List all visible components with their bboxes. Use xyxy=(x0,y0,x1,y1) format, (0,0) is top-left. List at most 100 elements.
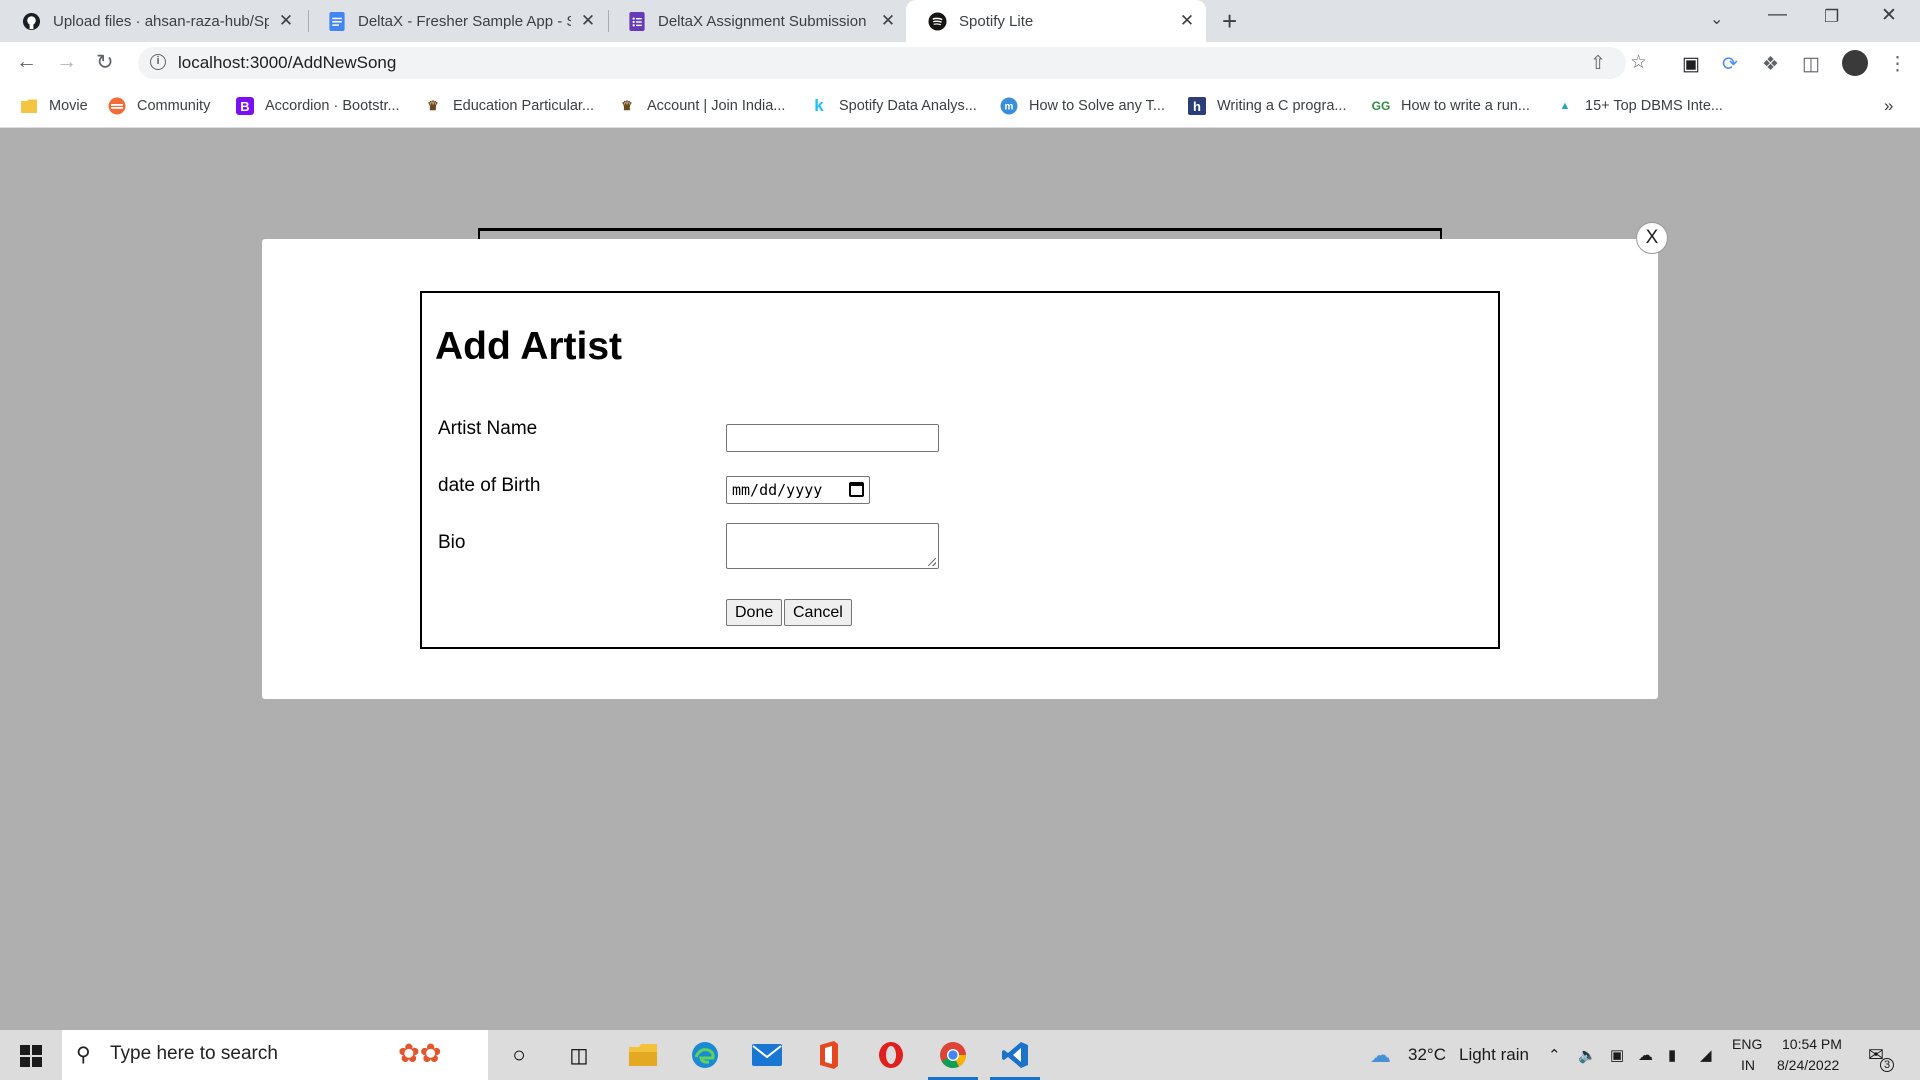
close-icon[interactable]: ✕ xyxy=(1178,11,1196,31)
mail-icon[interactable] xyxy=(750,1038,784,1072)
opera-icon[interactable] xyxy=(874,1038,908,1072)
tab-title: Spotify Lite xyxy=(959,12,1034,30)
bookmark-label: Education Particular... xyxy=(453,98,595,114)
window-close-icon[interactable]: ✕ xyxy=(1881,4,1897,27)
bookmark-item[interactable]: k Spotify Data Analys... xyxy=(810,84,977,128)
bookmark-label: How to Solve any T... xyxy=(1029,98,1165,114)
language-bottom[interactable]: IN xyxy=(1741,1057,1755,1073)
cancel-button[interactable]: Cancel xyxy=(784,599,852,626)
bookmark-item[interactable]: h Writing a C progra... xyxy=(1188,84,1346,128)
weather-icon[interactable]: ☁ xyxy=(1370,1030,1391,1080)
address-bar[interactable]: i localhost:3000/AddNewSong ⇧ ☆ xyxy=(138,47,1647,79)
notification-count-badge: 3 xyxy=(1880,1058,1894,1072)
kaggle-icon: k xyxy=(814,96,824,115)
bio-textarea[interactable] xyxy=(726,523,939,569)
weather-text[interactable]: Light rain xyxy=(1459,1030,1529,1080)
battery-icon[interactable]: ▮ xyxy=(1668,1030,1676,1080)
done-button[interactable]: Done xyxy=(726,599,783,626)
form-title: Add Artist xyxy=(435,325,623,368)
tab-google-docs[interactable]: DeltaX - Fresher Sample App - Sp ✕ xyxy=(305,0,607,42)
vscode-icon[interactable] xyxy=(990,1038,1040,1080)
bookmarks-overflow-icon[interactable]: » xyxy=(1884,84,1893,128)
volume-icon[interactable]: 🔈 xyxy=(1578,1030,1597,1080)
onedrive-icon[interactable]: ☁ xyxy=(1638,1030,1653,1080)
medium-icon: m xyxy=(1000,97,1018,115)
tab-github[interactable]: Upload files · ahsan-raza-hub/Sp ✕ xyxy=(0,0,305,42)
bookmark-star-icon[interactable]: ☆ xyxy=(1630,51,1647,74)
artist-name-input[interactable] xyxy=(726,424,939,452)
weather-temp[interactable]: 32°C xyxy=(1408,1030,1446,1080)
google-forms-icon xyxy=(627,11,646,31)
chrome-icon[interactable] xyxy=(928,1038,978,1080)
bookmark-item[interactable]: ♛ Account | Join India... xyxy=(618,84,785,128)
show-hidden-icons-icon[interactable]: ⌃ xyxy=(1548,1030,1561,1080)
calendar-icon[interactable] xyxy=(849,482,864,497)
extensions-puzzle-icon[interactable]: ❖ xyxy=(1762,53,1779,76)
community-icon xyxy=(108,97,126,115)
bookmark-label: Spotify Data Analys... xyxy=(839,98,977,114)
page-backdrop: X Add Artist Artist Name date of Birth m… xyxy=(0,129,1920,1030)
windows-taskbar: ⚲ Type here to search ✿✿ ○ ◫ ☁ 32°C Ligh… xyxy=(0,1030,1920,1080)
tab-search-icon[interactable]: ⌄ xyxy=(1710,9,1723,29)
edge-icon[interactable] xyxy=(688,1038,722,1072)
side-panel-icon[interactable]: ◫ xyxy=(1802,53,1820,76)
artist-name-label: Artist Name xyxy=(438,418,538,439)
close-icon[interactable]: ✕ xyxy=(879,11,897,31)
bookmark-item[interactable]: B Accordion · Bootstr... xyxy=(236,84,400,128)
taskbar-search-box[interactable]: ⚲ Type here to search ✿✿ xyxy=(62,1030,488,1080)
restore-icon[interactable]: ❐ xyxy=(1824,7,1839,27)
notifications-icon[interactable]: ✉ xyxy=(1868,1030,1884,1080)
bookmark-item[interactable]: Movie xyxy=(20,84,88,128)
bookmark-item[interactable]: ♛ Education Particular... xyxy=(424,84,594,128)
share-icon[interactable]: ⇧ xyxy=(1590,52,1606,75)
bookmark-item[interactable]: m How to Solve any T... xyxy=(1000,84,1165,128)
close-icon[interactable]: ✕ xyxy=(277,11,295,31)
bio-label: Bio xyxy=(438,532,466,553)
tab-google-forms[interactable]: DeltaX Assignment Submission - ✕ xyxy=(605,0,907,42)
tab-spotify-lite[interactable]: Spotify Lite ✕ xyxy=(906,0,1206,42)
back-icon[interactable]: ← xyxy=(16,50,37,74)
bookmark-item[interactable]: GG How to write a run... xyxy=(1372,84,1530,128)
url-text[interactable]: localhost:3000/AddNewSong xyxy=(178,53,396,73)
bookmark-item[interactable]: Community xyxy=(108,84,210,128)
search-highlight-art-icon[interactable]: ✿✿ xyxy=(398,1038,442,1069)
github-icon xyxy=(22,12,41,31)
bootstrap-icon: B xyxy=(236,97,254,115)
spotify-icon xyxy=(928,11,947,31)
modal-close-button[interactable]: X xyxy=(1636,222,1668,254)
date-of-birth-input[interactable]: mm/dd/yyyy xyxy=(726,476,870,504)
tab-strip: Upload files · ahsan-raza-hub/Sp ✕ Delta… xyxy=(0,0,1920,42)
file-explorer-icon[interactable] xyxy=(626,1038,660,1072)
close-icon[interactable]: ✕ xyxy=(579,11,597,31)
emblem-icon: ♛ xyxy=(427,98,439,113)
menu-kebab-icon[interactable]: ⋮ xyxy=(1888,53,1907,76)
wifi-icon[interactable]: ◢ xyxy=(1700,1030,1712,1080)
add-artist-form: Add Artist Artist Name date of Birth mm/… xyxy=(420,291,1500,649)
extension-tab-icon[interactable]: ▣ xyxy=(1682,53,1700,76)
bookmark-item[interactable]: ▲ 15+ Top DBMS Inte... xyxy=(1556,84,1723,128)
cortana-icon[interactable]: ○ xyxy=(502,1038,536,1072)
tab-title: DeltaX - Fresher Sample App - Sp xyxy=(358,12,571,30)
new-tab-button[interactable]: + xyxy=(1222,6,1237,37)
clock-date[interactable]: 8/24/2022 xyxy=(1777,1057,1839,1073)
bookmark-label: Account | Join India... xyxy=(647,98,786,114)
site-info-icon[interactable]: i xyxy=(150,54,166,70)
date-of-birth-label: date of Birth xyxy=(438,475,541,496)
folder-icon xyxy=(20,97,38,115)
language-top[interactable]: ENG xyxy=(1732,1036,1762,1052)
search-placeholder: Type here to search xyxy=(110,1043,278,1064)
profile-avatar[interactable] xyxy=(1842,50,1868,76)
windows-start-icon[interactable] xyxy=(20,1045,42,1067)
reload-icon[interactable]: ↻ xyxy=(96,50,114,75)
google-docs-icon xyxy=(327,11,346,31)
clock-time[interactable]: 10:54 PM xyxy=(1782,1036,1842,1052)
task-view-icon[interactable]: ◫ xyxy=(562,1038,596,1072)
resize-handle-icon[interactable] xyxy=(928,558,936,566)
browser-toolbar: ← → ↻ i localhost:3000/AddNewSong ⇧ ☆ ▣ … xyxy=(0,42,1920,84)
meet-now-icon[interactable]: ▣ xyxy=(1610,1030,1624,1080)
minimize-icon[interactable]: — xyxy=(1768,4,1787,26)
extension-translate-icon[interactable]: ⟳ xyxy=(1722,53,1738,76)
forward-icon[interactable]: → xyxy=(56,50,77,74)
office-icon[interactable] xyxy=(812,1038,846,1072)
bookmark-label: 15+ Top DBMS Inte... xyxy=(1585,98,1723,114)
